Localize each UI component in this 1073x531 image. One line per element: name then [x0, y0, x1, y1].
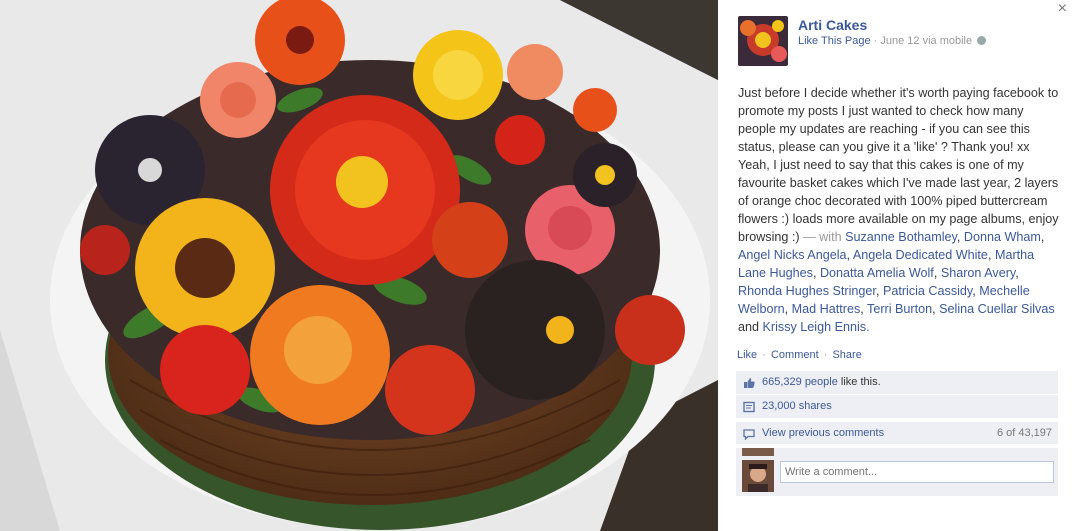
post-text: Just before I decide whether it's worth …	[738, 84, 1060, 336]
share-icon	[743, 401, 755, 413]
likes-count-link[interactable]: 665,329 people	[762, 376, 838, 388]
tagged-friend-link[interactable]: Patricia Cassidy	[883, 284, 972, 298]
cake-photo	[0, 0, 718, 531]
post-panel: × Arti Cakes Like This Page · June 12 vi…	[718, 0, 1073, 531]
comment-button[interactable]: Comment	[771, 349, 819, 361]
tagged-friend-link[interactable]: Sharon Avery	[941, 266, 1015, 280]
tagged-friend-link[interactable]: Krissy Leigh Ennis.	[763, 320, 870, 334]
comment-preview-strip	[736, 448, 1058, 456]
post-actions: Like · Comment · Share	[737, 349, 862, 361]
view-previous-comments-link[interactable]: View previous comments	[762, 427, 884, 439]
shares-row: 23,000 shares	[736, 395, 1058, 418]
meta-separator: ·	[873, 35, 878, 47]
like-page-link[interactable]: Like This Page	[798, 35, 871, 47]
page-name-link[interactable]: Arti Cakes	[798, 17, 867, 33]
thumbs-up-icon	[744, 378, 755, 388]
comment-composer	[736, 456, 1058, 496]
close-icon[interactable]: ×	[1058, 1, 1067, 17]
tagged-friend-link[interactable]: Donatta Amelia Wolf	[820, 266, 934, 280]
post-meta: Like This Page · June 12 via mobile	[798, 35, 987, 47]
likes-suffix: like this.	[837, 376, 881, 388]
post-date-link[interactable]: June 12 via mobile	[880, 35, 972, 47]
globe-icon	[977, 36, 987, 45]
likes-row: 665,329 people like this.	[736, 371, 1058, 394]
view-comments-row: View previous comments 6 of 43,197	[736, 421, 1058, 444]
with-label: — with	[803, 230, 842, 244]
share-button[interactable]: Share	[832, 349, 861, 361]
page-avatar[interactable]	[738, 16, 788, 66]
tagged-friends: Suzanne Bothamley, Donna Wham, Angel Nic…	[738, 230, 1055, 334]
page-avatar-image	[738, 16, 788, 66]
comment-icon	[743, 429, 755, 440]
and-label: and	[738, 320, 760, 334]
tagged-friend-link[interactable]: Terri Burton	[867, 302, 932, 316]
action-separator: ·	[823, 349, 828, 361]
tagged-friend-link[interactable]: Suzanne Bothamley	[845, 230, 957, 244]
comments-count: 6 of 43,197	[996, 427, 1052, 439]
tagged-friend-link[interactable]: Angel Nicks Angela	[738, 248, 847, 262]
tagged-friend-link[interactable]: Angela Dedicated White	[853, 248, 988, 262]
tagged-friend-link[interactable]: Selina Cuellar Silvas	[939, 302, 1055, 316]
cake-image	[0, 0, 718, 531]
comment-input[interactable]	[780, 461, 1054, 483]
tagged-friend-link[interactable]: Rhonda Hughes Stringer	[738, 284, 876, 298]
user-avatar-image	[742, 460, 774, 492]
user-avatar	[742, 460, 774, 492]
tagged-friend-link[interactable]: Mad Hattres	[792, 302, 861, 316]
commenter-avatar	[742, 448, 774, 456]
shares-link[interactable]: 23,000 shares	[762, 400, 832, 412]
post-body: Just before I decide whether it's worth …	[738, 86, 1059, 244]
action-separator: ·	[762, 349, 766, 361]
tagged-friend-link[interactable]: Donna Wham	[964, 230, 1041, 244]
like-button[interactable]: Like	[737, 349, 757, 361]
